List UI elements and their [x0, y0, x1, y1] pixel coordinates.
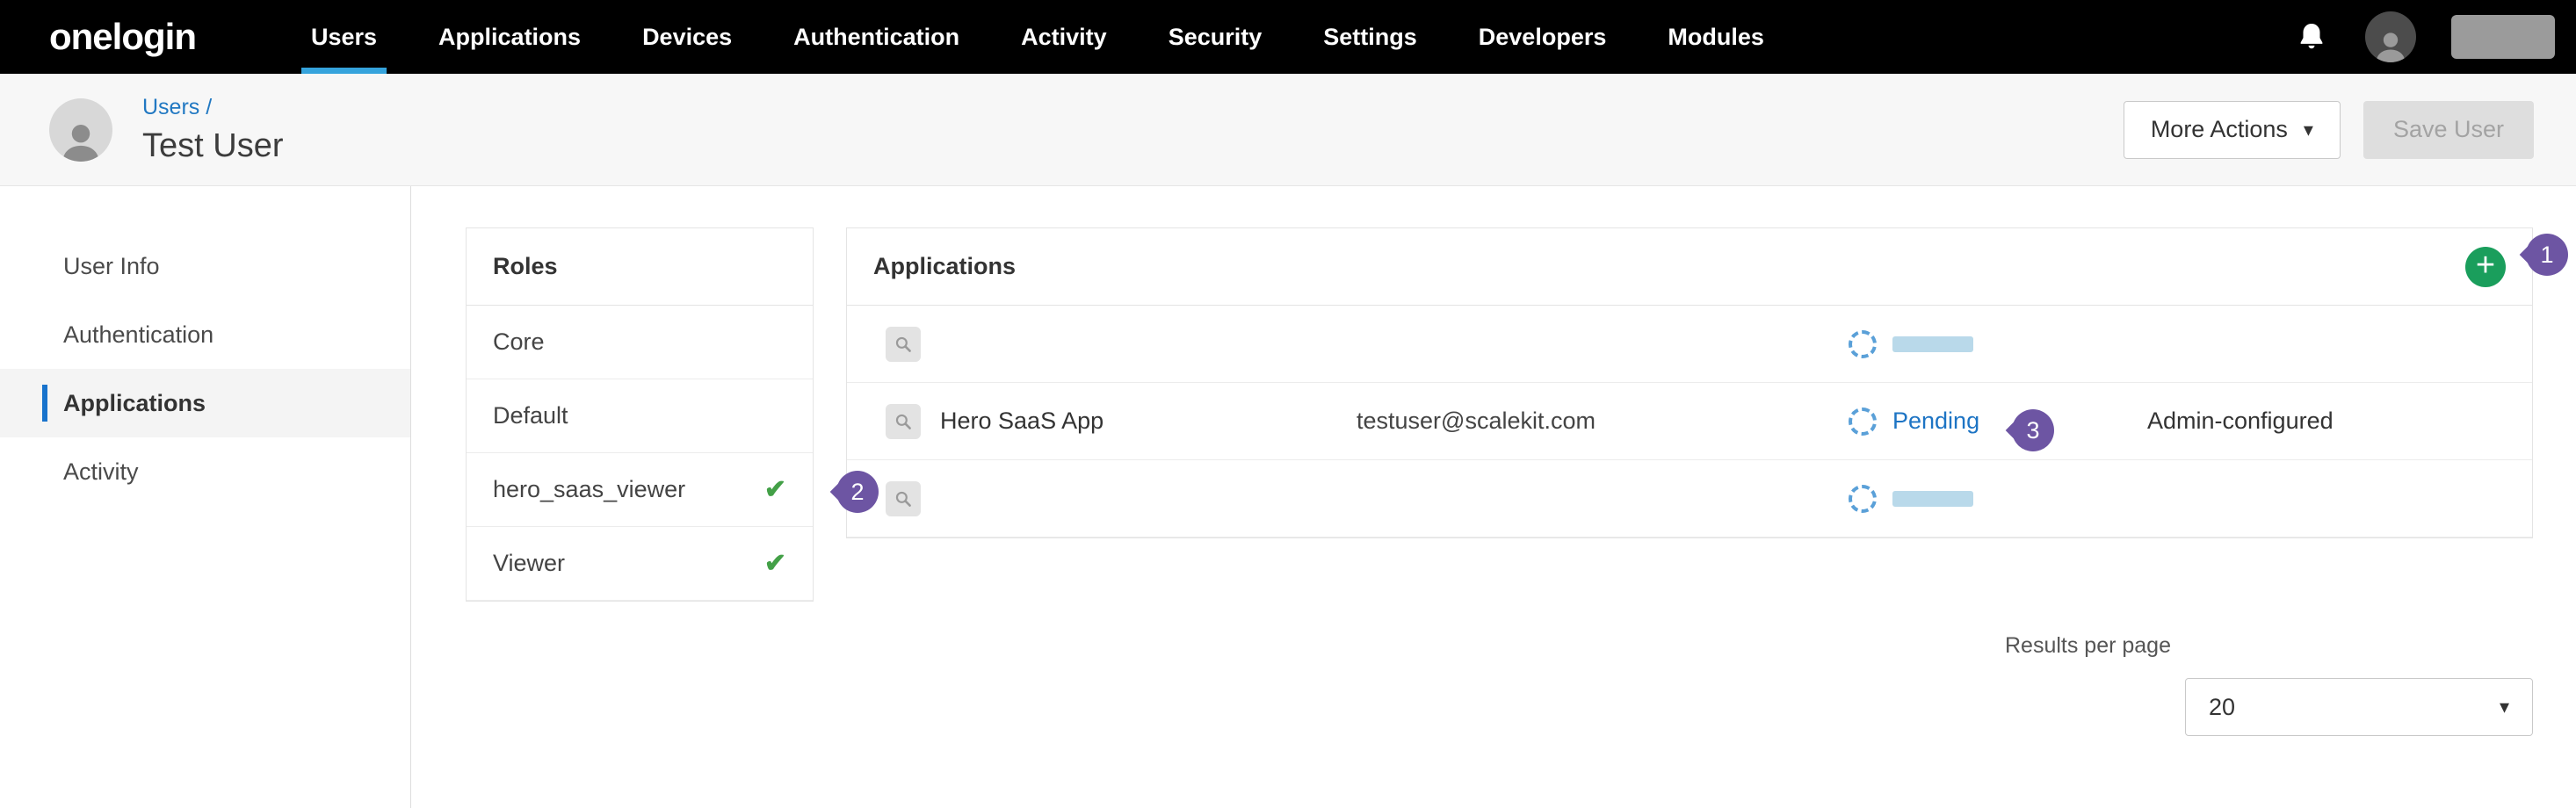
header-text: Users / Test User — [142, 95, 283, 165]
role-row-core[interactable]: Core — [467, 306, 813, 379]
onelogin-logo[interactable]: onelogin — [49, 16, 196, 58]
nav-item-activity[interactable]: Activity — [990, 0, 1138, 74]
application-provisioning: Admin-configured — [2147, 408, 2532, 435]
role-row-default[interactable]: Default — [467, 379, 813, 453]
save-user-button[interactable]: Save User — [2363, 101, 2534, 159]
main-panel: Roles Core Default hero_saas_viewer ✔ Vi… — [411, 186, 2576, 808]
app-icon — [886, 481, 921, 516]
nav-item-settings[interactable]: Settings — [1292, 0, 1448, 74]
app-icon — [886, 404, 921, 439]
more-actions-button[interactable]: More Actions ▾ — [2124, 101, 2341, 159]
nav-item-security[interactable]: Security — [1138, 0, 1293, 74]
account-menu-placeholder[interactable] — [2451, 15, 2555, 59]
annotation-badge-2: 2 — [836, 471, 879, 513]
check-icon: ✔ — [764, 548, 786, 579]
sidebar-item-authentication[interactable]: Authentication — [0, 300, 410, 369]
loading-spinner-icon — [1849, 485, 1877, 513]
skeleton-bar — [1892, 336, 1973, 352]
nav-item-users[interactable]: Users — [280, 0, 408, 74]
application-row-skeleton — [847, 460, 2532, 537]
roles-card-title: Roles — [467, 228, 813, 306]
loading-spinner-icon — [1849, 408, 1877, 436]
sidebar-item-user-info[interactable]: User Info — [0, 232, 410, 300]
nav-item-authentication[interactable]: Authentication — [763, 0, 990, 74]
nav-item-developers[interactable]: Developers — [1448, 0, 1638, 74]
notifications-bell-icon[interactable] — [2295, 18, 2330, 56]
roles-card: Roles Core Default hero_saas_viewer ✔ Vi… — [466, 227, 814, 602]
user-avatar-icon[interactable] — [2365, 11, 2416, 62]
annotation-badge-1: 1 — [2526, 234, 2568, 276]
profile-avatar-icon — [49, 98, 112, 162]
check-icon: ✔ — [764, 474, 786, 505]
results-per-page-label: Results per page — [2005, 633, 2171, 659]
application-name: Hero SaaS App — [940, 408, 1357, 435]
nav-item-modules[interactable]: Modules — [1637, 0, 1795, 74]
add-application-button[interactable]: + — [2465, 247, 2506, 287]
header-actions: More Actions ▾ Save User — [2124, 101, 2534, 159]
main-nav: Users Applications Devices Authenticatio… — [280, 0, 1795, 74]
pagination: Results per page 20 ▾ — [466, 633, 2533, 736]
role-row-viewer[interactable]: Viewer ✔ — [467, 527, 813, 601]
chevron-down-icon: ▾ — [2304, 119, 2313, 141]
annotation-badge-3: 3 — [2012, 409, 2054, 451]
navbar-right — [2295, 11, 2576, 62]
application-status: Pending — [1892, 408, 1979, 435]
top-navbar: onelogin Users Applications Devices Auth… — [0, 0, 2576, 74]
sidebar-item-activity[interactable]: Activity — [0, 437, 410, 506]
app-icon — [886, 327, 921, 362]
loading-spinner-icon — [1849, 330, 1877, 358]
chevron-down-icon: ▾ — [2500, 696, 2509, 718]
nav-item-devices[interactable]: Devices — [611, 0, 763, 74]
role-row-hero-saas-viewer[interactable]: hero_saas_viewer ✔ — [467, 453, 813, 527]
skeleton-bar — [1892, 491, 1973, 507]
nav-item-applications[interactable]: Applications — [408, 0, 611, 74]
breadcrumb[interactable]: Users / — [142, 95, 283, 120]
sidebar: User Info Authentication Applications Ac… — [0, 186, 411, 808]
applications-card-title: Applications — [873, 253, 1016, 280]
application-username: testuser@scalekit.com — [1357, 408, 1849, 435]
results-per-page-select[interactable]: 20 ▾ — [2185, 678, 2533, 736]
applications-card: Applications + — [846, 227, 2533, 538]
application-row-skeleton — [847, 306, 2532, 383]
application-row-hero-saas-app[interactable]: Hero SaaS App testuser@scalekit.com Pend… — [847, 383, 2532, 460]
content: User Info Authentication Applications Ac… — [0, 186, 2576, 808]
sidebar-item-applications[interactable]: Applications — [0, 369, 410, 437]
page-title: Test User — [142, 127, 283, 165]
page-header: Users / Test User More Actions ▾ Save Us… — [0, 74, 2576, 186]
